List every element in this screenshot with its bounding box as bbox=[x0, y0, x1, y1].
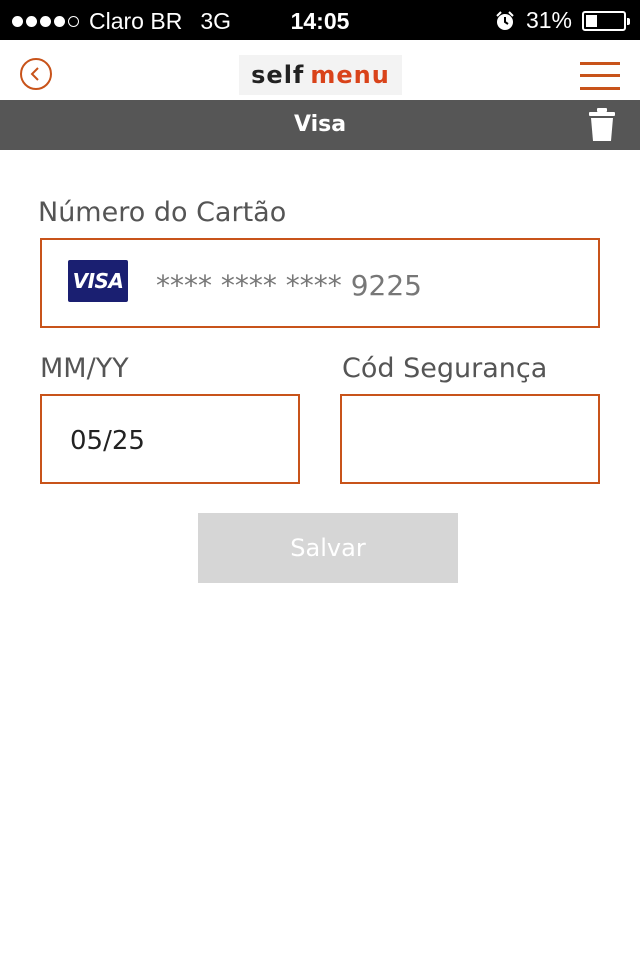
battery-icon bbox=[582, 10, 630, 31]
logo-menu: menu bbox=[310, 61, 390, 89]
card-number-field[interactable]: VISA bbox=[40, 238, 600, 328]
save-button[interactable]: Salvar bbox=[198, 513, 458, 583]
visa-logo: VISA bbox=[68, 260, 128, 302]
page-title: Visa bbox=[293, 112, 347, 137]
page-title-bar: Visa bbox=[0, 100, 640, 150]
card-number-input[interactable] bbox=[154, 260, 588, 310]
back-button[interactable] bbox=[20, 58, 52, 90]
security-code-field[interactable] bbox=[340, 394, 600, 484]
expiry-field[interactable] bbox=[40, 394, 300, 484]
trash-icon[interactable] bbox=[588, 108, 616, 142]
status-bar: Claro BR 3G 14:05 31% bbox=[0, 0, 640, 40]
card-number-label: Número do Cartão bbox=[38, 197, 287, 228]
battery-percentage: 31% bbox=[525, 7, 572, 33]
logo-self: self bbox=[251, 61, 305, 89]
selfmenu-logo: self menu bbox=[239, 55, 402, 95]
status-right: 31% bbox=[494, 7, 630, 34]
alarm-icon bbox=[496, 10, 514, 30]
hamburger-menu-button[interactable] bbox=[580, 62, 620, 90]
security-code-input[interactable] bbox=[368, 416, 588, 466]
expiry-input[interactable] bbox=[68, 416, 288, 466]
nav-bar: self menu bbox=[0, 40, 640, 100]
expiry-label: MM/YY bbox=[40, 353, 129, 384]
security-code-label: Cód Segurança bbox=[342, 353, 548, 384]
battery-fill bbox=[586, 14, 597, 27]
chevron-left-icon bbox=[30, 67, 39, 81]
